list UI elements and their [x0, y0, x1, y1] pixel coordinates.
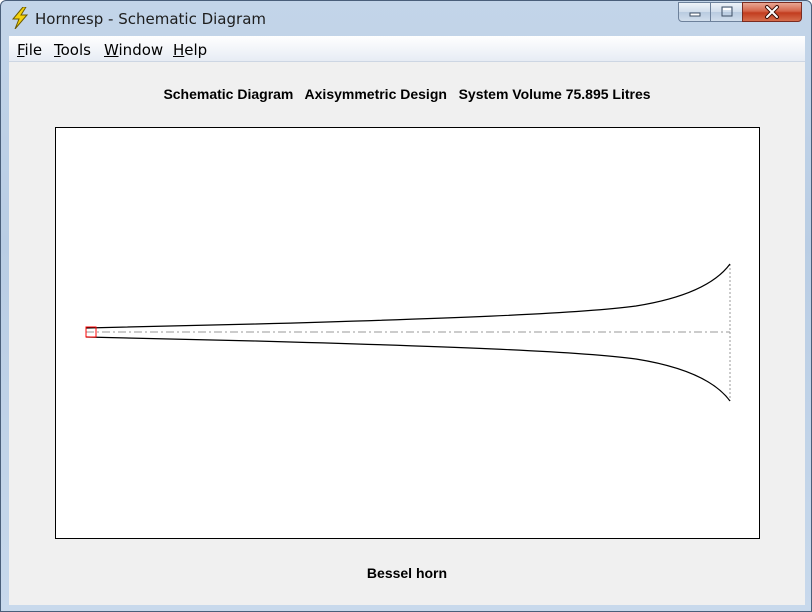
horn-lower-contour — [85, 336, 731, 402]
diagram-header: Schematic Diagram Axisymmetric Design Sy… — [163, 86, 651, 102]
app-window: Hornresp - Schematic Diagram File Tools … — [0, 0, 812, 612]
maximize-icon — [721, 6, 732, 17]
minimize-icon — [689, 12, 700, 17]
horn-upper-contour — [85, 263, 731, 329]
menu-bar: File Tools Window Help — [9, 36, 805, 62]
menu-help[interactable]: Help — [173, 41, 207, 59]
maximize-button[interactable] — [710, 2, 743, 22]
title-bar[interactable]: Hornresp - Schematic Diagram — [1, 1, 811, 35]
horn-type-label: Bessel horn — [366, 565, 448, 581]
close-icon — [765, 5, 779, 19]
menu-file[interactable]: File — [17, 41, 42, 59]
schematic-plot — [55, 127, 760, 539]
horn-schematic — [85, 263, 731, 402]
lightning-bolt-icon — [11, 7, 29, 29]
minimize-button[interactable] — [678, 2, 711, 22]
close-button[interactable] — [742, 2, 802, 22]
window-title: Hornresp - Schematic Diagram — [35, 10, 266, 28]
menu-window[interactable]: Window — [104, 41, 163, 59]
menu-tools[interactable]: Tools — [54, 41, 91, 59]
client-area: Schematic Diagram Axisymmetric Design Sy… — [9, 62, 805, 605]
